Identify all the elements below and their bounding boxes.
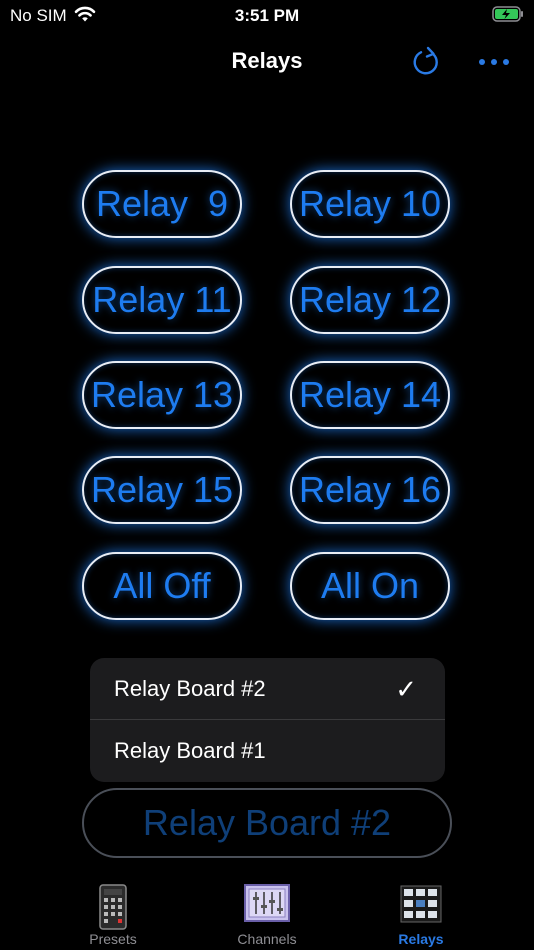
page-title: Relays — [231, 48, 303, 73]
menu-item-label: Relay Board #2 — [114, 676, 266, 701]
mixer-sliders-icon — [244, 884, 290, 922]
menu-item-relay-board-1[interactable]: Relay Board #1 — [90, 720, 445, 782]
relay-15-button[interactable]: Relay 15 — [82, 456, 242, 524]
relay-9-button[interactable]: Relay 9 — [82, 170, 242, 238]
menu-item-relay-board-2[interactable]: Relay Board #2 ✓ — [90, 658, 445, 720]
menu-item-label: Relay Board #1 — [114, 738, 266, 763]
tab-label: Channels — [237, 931, 297, 947]
navigation-bar: Relays — [0, 32, 534, 90]
relay-16-button[interactable]: Relay 16 — [290, 456, 450, 524]
refresh-icon[interactable] — [408, 44, 444, 80]
board-menu: Relay Board #2 ✓ Relay Board #1 — [90, 658, 445, 782]
board-select-button[interactable]: Relay Board #2 — [82, 788, 452, 858]
more-icon[interactable] — [476, 52, 512, 72]
relay-13-button[interactable]: Relay 13 — [82, 361, 242, 429]
battery-charging-icon — [492, 6, 523, 22]
tab-label: Presets — [89, 931, 137, 947]
relay-11-button[interactable]: Relay 11 — [82, 266, 242, 334]
tab-relays[interactable]: Relays — [332, 876, 510, 950]
tab-presets[interactable]: Presets — [24, 876, 202, 950]
relay-10-button[interactable]: Relay 10 — [290, 170, 450, 238]
tab-channels[interactable]: Channels — [178, 876, 356, 950]
relay-board-icon — [400, 885, 442, 923]
clock: 3:51 PM — [234, 6, 300, 25]
all-on-button[interactable]: All On — [290, 552, 450, 620]
relay-12-button[interactable]: Relay 12 — [290, 266, 450, 334]
relay-14-button[interactable]: Relay 14 — [290, 361, 450, 429]
checkmark-icon: ✓ — [395, 673, 417, 704]
status-bar: No SIM 3:51 PM — [0, 0, 534, 32]
remote-control-icon — [99, 884, 127, 930]
tab-bar: Presets Channels Relays — [0, 876, 534, 950]
all-off-button[interactable]: All Off — [82, 552, 242, 620]
tab-label: Relays — [398, 931, 444, 947]
